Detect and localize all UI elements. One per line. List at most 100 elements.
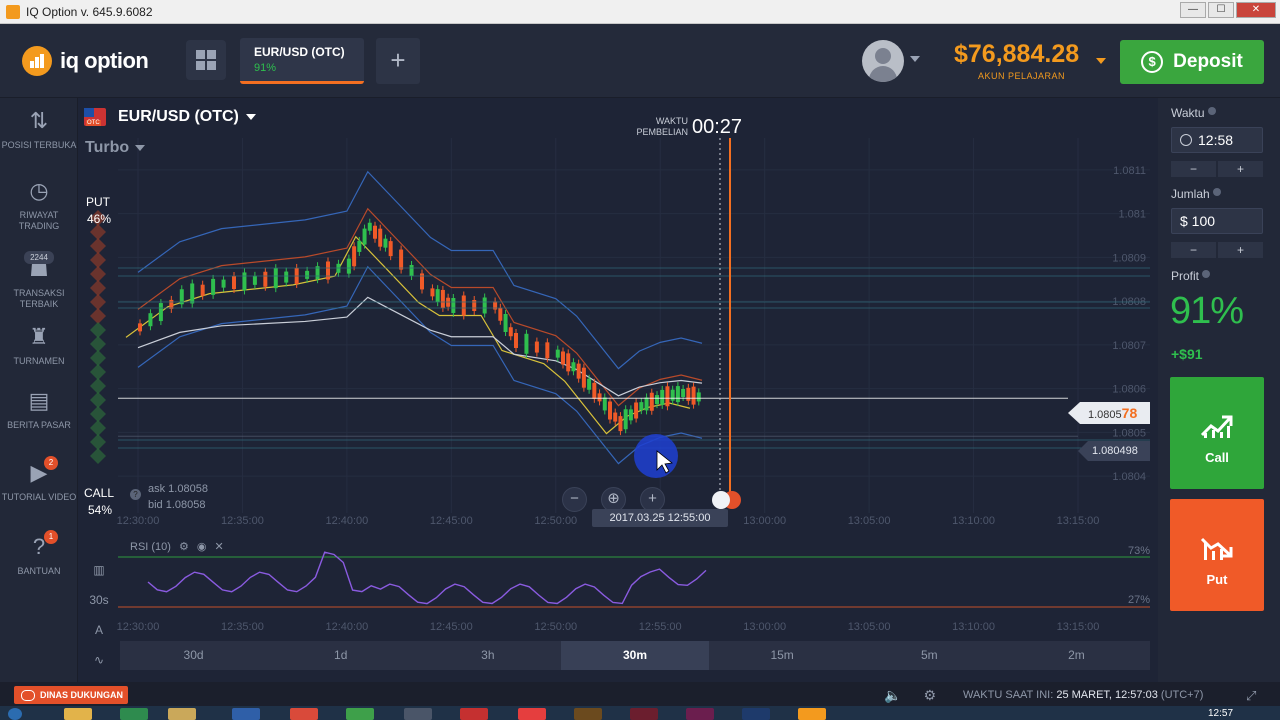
add-tab-button[interactable]: + [376, 38, 420, 84]
price-chart[interactable]: 1.08111.0811.08091.08081.08071.08061.080… [78, 98, 1158, 682]
candle-body [508, 327, 513, 337]
start-button[interactable] [8, 708, 22, 720]
call-button[interactable]: Call [1170, 377, 1264, 489]
expiry-time-field[interactable]: 12:58 [1171, 127, 1263, 153]
candle-body [367, 222, 372, 231]
timeframe-5m[interactable]: 5m [856, 641, 1003, 670]
drawing-tools-icon[interactable]: A [84, 615, 114, 645]
sidebar-item-label: TRANSAKSI TERBAIK [13, 288, 65, 309]
candle-body [696, 392, 701, 402]
sidebar-item-open-positions[interactable]: ⇅ POSISI TERBUKA [0, 108, 78, 151]
close-window-button[interactable]: ✕ [1236, 2, 1276, 18]
timeframe-2m[interactable]: 2m [1003, 641, 1150, 670]
ask-price: ask 1.08058 [148, 483, 208, 495]
taskbar-excel-icon[interactable] [120, 708, 148, 720]
sidebar-item-top-trades[interactable]: ☗ TRANSAKSI TERBAIK [0, 256, 78, 310]
taskbar-iqoption-icon[interactable] [798, 708, 826, 720]
close-icon[interactable]: ✕ [214, 540, 223, 553]
taskbar-word-icon[interactable] [232, 708, 260, 720]
timeframe-30d[interactable]: 30d [120, 641, 267, 670]
sentiment-marker [90, 280, 106, 296]
volume-icon[interactable]: 🔈 [884, 687, 901, 704]
app-icon [6, 4, 20, 19]
gear-icon[interactable]: ⚙ [923, 687, 936, 704]
taskbar-flash-icon[interactable] [630, 708, 658, 720]
chart-type-icon[interactable]: ∿ [84, 645, 114, 675]
time-decrease-button[interactable]: − [1171, 161, 1216, 177]
x-tick-label: 12:40:00 [325, 515, 368, 527]
amount-increase-button[interactable]: + [1218, 242, 1263, 258]
ma-white-line [137, 296, 703, 397]
asset-selector[interactable]: EUR/USD (OTC) [84, 108, 256, 126]
candle-body [613, 412, 618, 422]
play-icon: ▶ 2 [26, 456, 58, 486]
mode-selector[interactable]: Turbo [85, 139, 146, 157]
candle-interval[interactable]: 30s [84, 585, 114, 615]
sidebar-item-label: BERITA PASAR [7, 420, 71, 430]
time-increase-button[interactable]: + [1218, 161, 1263, 177]
sentiment-marker [90, 350, 106, 366]
fullscreen-icon[interactable]: ⤢ [1246, 688, 1256, 704]
timeframe-15m[interactable]: 15m [709, 641, 856, 670]
stopwatch-icon [712, 491, 730, 509]
taskbar-app-icon[interactable] [404, 708, 432, 720]
candle-body [587, 378, 592, 390]
maximize-button[interactable]: ☐ [1208, 2, 1234, 18]
taskbar-chrome-icon[interactable] [460, 708, 488, 720]
candle-body [686, 387, 691, 401]
current-price-main: 1.0805 [1088, 409, 1122, 421]
taskbar-indesign-icon[interactable] [686, 708, 714, 720]
info-icon[interactable]: ? [130, 489, 141, 500]
indicators-icon[interactable]: ▥ [84, 555, 114, 585]
candle-body [388, 241, 393, 257]
sentiment-marker [90, 336, 106, 352]
sentiment-marker [90, 378, 106, 394]
candle-body [200, 284, 205, 296]
zoom-out-button[interactable]: − [562, 487, 587, 512]
sidebar-item-trading-history[interactable]: ◷ RIWAYAT TRADING [0, 178, 78, 232]
taskbar-explorer-icon[interactable] [64, 708, 92, 720]
timeframe-1d[interactable]: 1d [267, 641, 414, 670]
avatar[interactable] [862, 40, 904, 82]
info-icon[interactable] [1207, 107, 1216, 115]
timeframe-bar: 30d 1d 3h 30m 15m 5m 2m [120, 641, 1150, 670]
logo[interactable]: iq option [22, 46, 149, 76]
candle-body [346, 258, 351, 274]
sidebar-item-market-news[interactable]: ▤ BERITA PASAR [0, 388, 78, 431]
gear-icon[interactable]: ⚙ [179, 540, 189, 553]
x-tick-label-rsi: 13:15:00 [1057, 621, 1100, 633]
asset-tab-eurusd[interactable]: EUR/USD (OTC) 91% [240, 38, 364, 84]
sentiment-marker [90, 434, 106, 450]
amount-decrease-button[interactable]: − [1171, 242, 1216, 258]
chevron-down-icon[interactable] [910, 56, 920, 62]
rsi-label: RSI (10) [130, 540, 171, 553]
balance-chevron-icon[interactable] [1096, 58, 1106, 64]
taskbar-photoshop-icon[interactable] [742, 708, 770, 720]
taskbar-app-icon[interactable] [290, 708, 318, 720]
taskbar-clock: 12:57 [1208, 708, 1234, 719]
candle-body [639, 402, 644, 411]
taskbar-chrome-icon[interactable] [346, 708, 374, 720]
sidebar-item-tournaments[interactable]: ♜ TURNAMEN [0, 324, 78, 367]
taskbar-folder-icon[interactable] [168, 708, 196, 720]
logo-icon [22, 46, 52, 76]
info-icon[interactable] [1212, 188, 1221, 196]
timeframe-3h[interactable]: 3h [414, 641, 561, 670]
click-highlight [634, 434, 678, 478]
minimize-button[interactable]: — [1180, 2, 1206, 18]
asset-grid-button[interactable] [186, 40, 226, 80]
sidebar-item-video-tutorial[interactable]: ▶ 2 TUTORIAL VIDEO [0, 456, 78, 503]
support-button[interactable]: DINAS DUKUNGAN [14, 686, 128, 704]
balance-display[interactable]: $76,884.28 AKUN PELAJARAN [954, 40, 1079, 81]
taskbar-illustrator-icon[interactable] [574, 708, 602, 720]
timeframe-30m[interactable]: 30m [561, 641, 709, 670]
info-icon[interactable] [1202, 270, 1211, 278]
eye-icon[interactable]: ◉ [197, 540, 207, 553]
taskbar-app-icon[interactable] [518, 708, 546, 720]
sidebar-item-help[interactable]: ? 1 BANTUAN [0, 530, 78, 577]
amount-field[interactable]: $ 100 [1171, 208, 1263, 234]
ask-bid-info: ? ask 1.08058 bid 1.08058 [130, 481, 208, 513]
put-button[interactable]: Put [1170, 499, 1264, 611]
profit-label: Profit [1171, 269, 1211, 283]
deposit-button[interactable]: $ Deposit [1120, 40, 1264, 84]
